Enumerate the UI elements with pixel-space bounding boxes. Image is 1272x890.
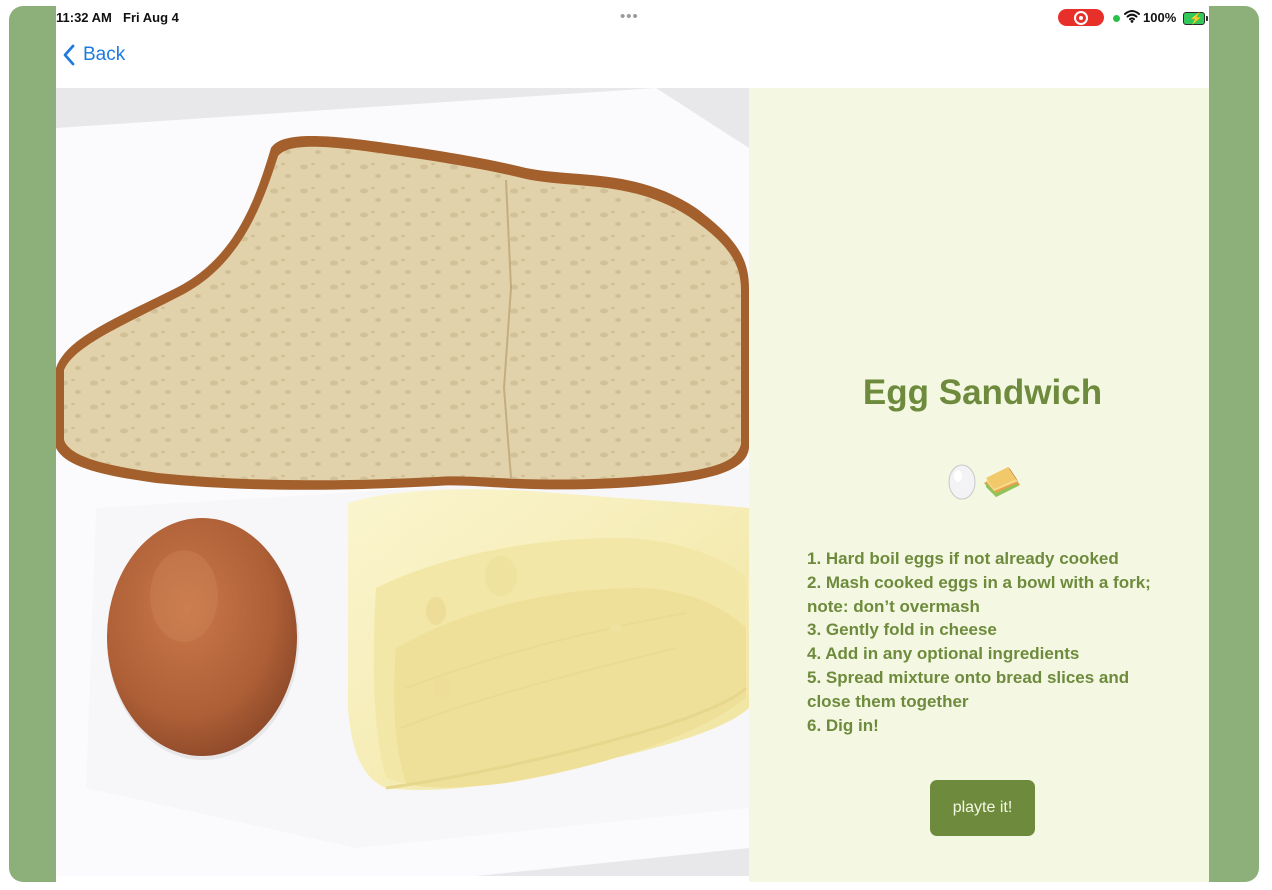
camera-indicator-icon (1113, 15, 1120, 22)
recipe-panel: Egg Sandwich 1. Hard boil eggs if not al… (749, 88, 1209, 882)
device-frame: 11:32 AM Fri Aug 4 ••• 100% ⚡ Back Egg S… (9, 6, 1259, 882)
multitasking-dots-icon[interactable]: ••• (620, 8, 639, 25)
back-label: Back (83, 44, 126, 65)
sandwich-icon (984, 467, 1020, 497)
emoji-row (948, 464, 1020, 500)
status-time: 11:32 AM (56, 10, 112, 25)
battery-percent: 100% (1143, 10, 1177, 25)
screen-recording-icon[interactable] (1058, 9, 1104, 26)
wifi-icon (1124, 10, 1140, 23)
status-date: Fri Aug 4 (123, 10, 179, 25)
recipe-step: 4. Add in any optional ingredients (807, 644, 1080, 664)
screen: 11:32 AM Fri Aug 4 ••• 100% ⚡ Back Egg S… (56, 6, 1209, 882)
recipe-photo (56, 88, 749, 876)
egg-icon (948, 464, 976, 500)
recipe-step: 2. Mash cooked eggs in a bowl with a for… (807, 572, 1151, 616)
recipe-step: 5. Spread mixture onto bread slices and … (807, 667, 1130, 711)
chevron-left-icon (63, 44, 75, 66)
plate-it-button[interactable]: playte it! (930, 780, 1035, 836)
battery-icon: ⚡ (1183, 12, 1208, 25)
charging-icon: ⚡ (1189, 13, 1203, 25)
recipe-step: 1. Hard boil eggs if not already cooked (807, 549, 1119, 568)
back-button[interactable]: Back (60, 42, 125, 68)
status-bar: 11:32 AM Fri Aug 4 ••• 100% ⚡ (56, 6, 1209, 30)
recipe-steps: 1. Hard boil eggs if not already cooked … (807, 547, 1167, 737)
recipe-title: Egg Sandwich (862, 373, 1103, 412)
recipe-step: 3. Gently fold in cheese (807, 620, 997, 640)
recipe-step: 6. Dig in! (807, 715, 879, 735)
